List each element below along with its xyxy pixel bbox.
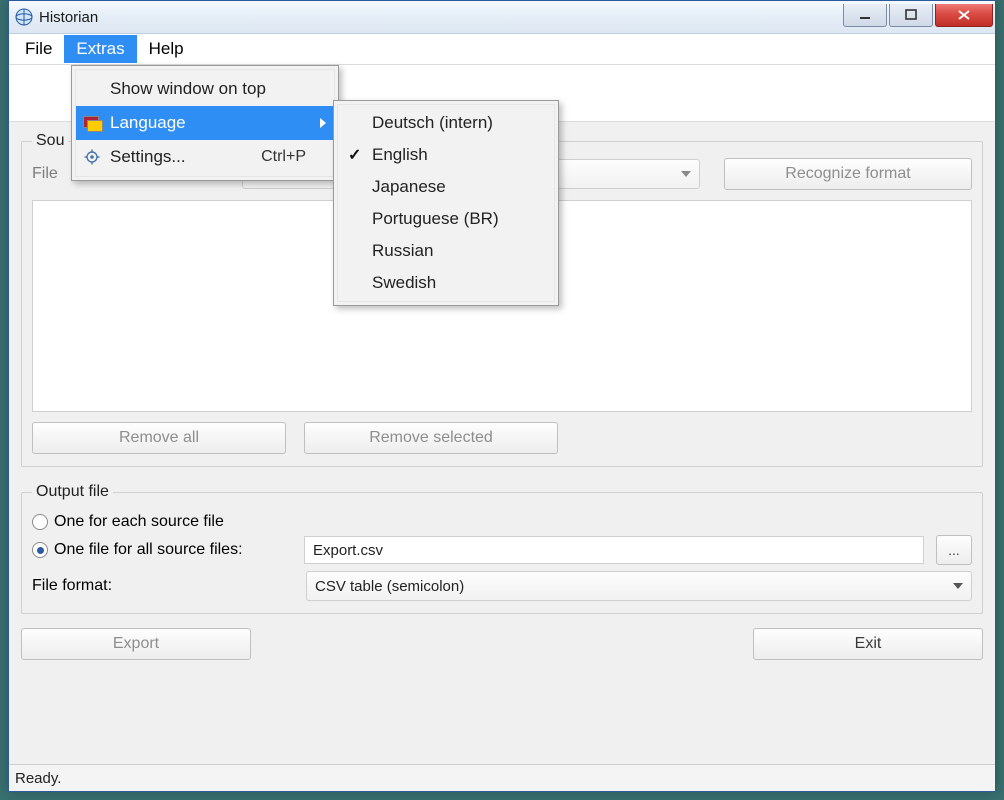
window-title: Historian [39, 9, 98, 26]
titlebar: Historian [9, 1, 995, 34]
footer-buttons: Export Exit [21, 628, 983, 660]
chevron-down-icon [681, 171, 691, 177]
output-format-combo[interactable]: CSV table (semicolon) [306, 571, 972, 601]
remove-selected-button[interactable]: Remove selected [304, 422, 558, 454]
chevron-down-icon [953, 583, 963, 589]
language-option[interactable]: Swedish [338, 267, 554, 299]
output-filename-input[interactable]: Export.csv [304, 536, 924, 564]
language-option-label: Japanese [372, 177, 446, 197]
flag-icon [82, 116, 102, 130]
language-option[interactable]: English [338, 139, 554, 171]
export-button[interactable]: Export [21, 628, 251, 660]
menubar: File Extras Help [9, 34, 995, 65]
menu-extras[interactable]: Extras [64, 35, 136, 63]
extras-dropdown: Show window on top Language [71, 65, 339, 181]
radio-one-per-file-label: One for each source file [54, 513, 224, 531]
browse-button[interactable]: ... [936, 535, 972, 565]
source-legend: Sou [32, 132, 68, 150]
output-format-value: CSV table (semicolon) [315, 578, 464, 595]
language-option-label: Portuguese (BR) [372, 209, 499, 229]
language-submenu: Deutsch (intern) English Japanese Portugues… [333, 100, 559, 306]
radio-one-per-file[interactable] [32, 514, 48, 530]
settings-shortcut: Ctrl+P [261, 148, 306, 166]
language-option[interactable]: Russian [338, 235, 554, 267]
language-option-label: Swedish [372, 273, 436, 293]
output-format-label: File format: [32, 577, 292, 595]
language-option[interactable]: Japanese [338, 171, 554, 203]
output-legend: Output file [32, 483, 113, 501]
exit-button[interactable]: Exit [753, 628, 983, 660]
app-window: Historian File Extras Help Sou File [8, 0, 996, 792]
chevron-right-icon [320, 118, 326, 128]
gear-icon [82, 149, 102, 165]
statusbar: Ready. [9, 764, 995, 791]
app-icon [15, 8, 33, 26]
maximize-button[interactable] [889, 4, 933, 27]
menu-file[interactable]: File [13, 35, 64, 63]
language-option-label: English [372, 145, 428, 165]
radio-one-for-all[interactable] [32, 542, 48, 558]
language-option-label: Deutsch (intern) [372, 113, 493, 133]
close-button[interactable] [935, 4, 993, 27]
minimize-button[interactable] [843, 4, 887, 27]
language-option[interactable]: Deutsch (intern) [338, 107, 554, 139]
window-controls [843, 4, 993, 26]
radio-one-for-all-label: One file for all source files: [54, 541, 298, 559]
remove-all-button[interactable]: Remove all [32, 422, 286, 454]
status-text: Ready. [15, 770, 61, 787]
menu-help[interactable]: Help [137, 35, 196, 63]
menu-settings[interactable]: Settings... Ctrl+P [76, 140, 334, 174]
language-option-label: Russian [372, 241, 433, 261]
language-option[interactable]: Portuguese (BR) [338, 203, 554, 235]
recognize-format-button[interactable]: Recognize format [724, 158, 972, 190]
menu-show-on-top[interactable]: Show window on top [76, 72, 334, 106]
output-group: Output file One for each source file One… [21, 483, 983, 614]
menu-language[interactable]: Language [76, 106, 334, 140]
